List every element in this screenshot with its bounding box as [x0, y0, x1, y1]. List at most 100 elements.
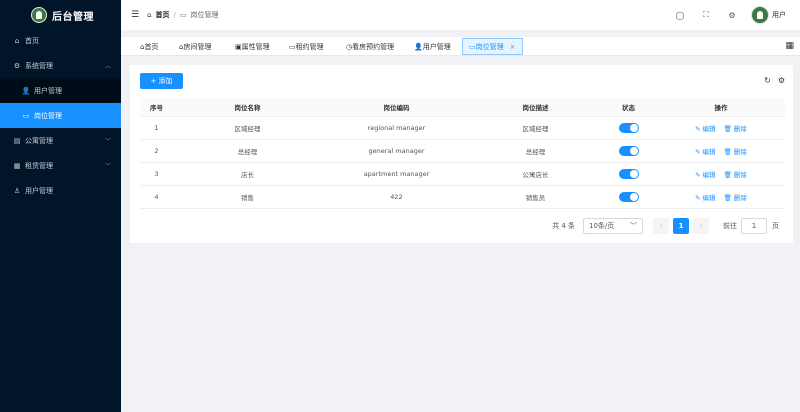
- cell-status: [600, 162, 657, 186]
- edit-icon: ✎: [695, 170, 701, 179]
- page-size-select[interactable]: 10条/页 ﹀: [583, 218, 643, 234]
- app-logo[interactable]: 后台管理: [0, 0, 121, 30]
- cell-name: 区域经理: [173, 116, 322, 140]
- cell-code: 422: [322, 185, 471, 209]
- cell-status: [600, 185, 657, 209]
- refresh-icon[interactable]: ◯: [667, 11, 693, 20]
- trash-icon: 🗑: [723, 193, 732, 202]
- tab-label: 看房预约管理: [352, 42, 395, 51]
- trash-icon: 🗑: [723, 124, 732, 133]
- breadcrumb-current: 岗位管理: [190, 11, 219, 19]
- delete-label: 删除: [733, 193, 747, 202]
- tab-label: 首页: [144, 42, 159, 51]
- cell-index: 3: [140, 162, 173, 186]
- breadcrumb-home[interactable]: 首页: [156, 10, 170, 20]
- table-icon: ▦: [13, 161, 21, 170]
- tab-users[interactable]: 👤 用户管理: [414, 38, 451, 55]
- table-row: 3 店长 apartment manager 公寓店长 ✎ 编辑 🗑 删除: [140, 162, 785, 186]
- edit-button[interactable]: ✎ 编辑: [695, 194, 715, 202]
- delete-button[interactable]: 🗑 删除: [724, 148, 747, 156]
- sidebar-item-apartment[interactable]: ▤ 公寓管理 ﹀: [0, 128, 121, 153]
- status-toggle[interactable]: [618, 191, 639, 202]
- cell-status: [600, 139, 657, 163]
- tab-home[interactable]: ⌂ 首页: [140, 38, 158, 55]
- next-page-button[interactable]: ›: [693, 218, 709, 234]
- delete-button[interactable]: 🗑 删除: [724, 171, 747, 179]
- sidebar-item-positions[interactable]: ▭ 岗位管理: [0, 103, 121, 128]
- goto-label: 前往: [723, 222, 737, 230]
- sidebar-item-home[interactable]: ⌂ 首页: [0, 28, 121, 53]
- add-button[interactable]: + 添加: [140, 73, 183, 89]
- edit-button[interactable]: ✎ 编辑: [695, 148, 715, 156]
- menu-toggle-icon[interactable]: ☰: [131, 10, 139, 20]
- page-size-value: 10条/页: [589, 222, 615, 230]
- tab-positions[interactable]: ▭ 岗位管理 ×: [462, 38, 523, 55]
- home-icon: ⌂: [14, 36, 20, 45]
- sidebar-item-users[interactable]: 👤 用户管理: [0, 78, 121, 103]
- gear-icon: ⚙: [13, 61, 21, 70]
- tab-appointments[interactable]: ◷ 看房预约管理: [346, 38, 394, 55]
- status-toggle[interactable]: [618, 145, 639, 156]
- tab-leases[interactable]: ▭ 租约管理: [289, 38, 324, 55]
- delete-label: 删除: [733, 147, 747, 156]
- delete-button[interactable]: 🗑 删除: [724, 194, 747, 202]
- tab-rooms[interactable]: ⌂ 房间管理: [179, 38, 211, 55]
- breadcrumb-separator-icon: /: [173, 11, 176, 19]
- edit-label: 编辑: [702, 170, 716, 179]
- cell-code: regional manager: [322, 116, 471, 140]
- settings-icon[interactable]: ⚙: [719, 11, 745, 20]
- fullscreen-icon[interactable]: ⛶: [693, 10, 719, 20]
- sidebar-item-person[interactable]: ♙ 用户管理: [0, 178, 121, 203]
- refresh-icon[interactable]: ↻: [764, 76, 771, 85]
- table-row: 2 总经理 general manager 总经理 ✎ 编辑 🗑 删除: [140, 139, 785, 163]
- avatar[interactable]: [751, 6, 769, 24]
- status-toggle[interactable]: [618, 168, 639, 179]
- add-button-label: 添加: [158, 77, 173, 85]
- settings-icon[interactable]: ⚙: [778, 76, 785, 85]
- sidebar-item-lease[interactable]: ▦ 租赁管理 ﹀: [0, 153, 121, 178]
- grid-menu-icon[interactable]: ▦: [785, 41, 794, 51]
- user-icon: 👤: [21, 86, 31, 95]
- tab-label: 用户管理: [422, 42, 451, 51]
- user-name[interactable]: 用户: [772, 10, 786, 20]
- status-toggle[interactable]: [618, 122, 639, 133]
- table-header-row: 序号 岗位名称 岗位编码 岗位描述 状态 操作: [140, 98, 785, 117]
- total-count: 共 4 条: [552, 222, 575, 230]
- chevron-down-icon: ﹀: [104, 138, 111, 145]
- cell-index: 1: [140, 116, 173, 140]
- delete-button[interactable]: 🗑 删除: [724, 125, 747, 133]
- tab-label: 岗位管理: [475, 42, 504, 51]
- tab-attributes[interactable]: ▣ 属性管理: [235, 38, 270, 55]
- sidebar-item-label: 系统管理: [25, 61, 53, 70]
- table-tools: ↻ ⚙: [764, 76, 785, 85]
- page-number-button[interactable]: 1: [673, 218, 689, 234]
- edit-icon: ✎: [695, 193, 701, 202]
- table-row: 1 区域经理 regional manager 区域经理 ✎ 编辑 🗑 删除: [140, 116, 785, 140]
- sidebar-item-label: 首页: [25, 36, 39, 45]
- building-icon: ▤: [13, 136, 21, 145]
- cell-code: apartment manager: [322, 162, 471, 186]
- goto-page-input[interactable]: 1: [741, 218, 767, 234]
- sidebar-item-system[interactable]: ⚙ 系统管理 ︿: [0, 53, 121, 78]
- edit-button[interactable]: ✎ 编辑: [695, 125, 715, 133]
- logo-icon: [31, 7, 47, 23]
- cell-name: 店长: [173, 162, 322, 186]
- content-card: + 添加 ↻ ⚙ 序号 岗位名称 岗位编码 岗位描述 状态 操作 1 区域经理 …: [130, 65, 793, 243]
- sidebar-item-label: 用户管理: [34, 86, 62, 95]
- column-header: 状态: [600, 98, 657, 117]
- chevron-down-icon: ﹀: [104, 163, 111, 170]
- edit-icon: ✎: [695, 124, 701, 133]
- plus-icon: +: [150, 77, 157, 85]
- edit-label: 编辑: [702, 147, 716, 156]
- cell-desc: 总经理: [471, 139, 600, 163]
- column-header: 岗位名称: [173, 98, 322, 117]
- cell-actions: ✎ 编辑 🗑 删除: [657, 162, 785, 186]
- sidebar-item-label: 用户管理: [25, 186, 53, 195]
- breadcrumb: ⌂ 首页 / ▭ 岗位管理: [147, 10, 218, 20]
- close-icon[interactable]: ×: [510, 43, 516, 51]
- prev-page-button[interactable]: ‹: [653, 218, 669, 234]
- id-card-icon: ▭: [179, 11, 187, 19]
- sidebar-item-label: 租赁管理: [25, 161, 53, 170]
- cell-name: 销售: [173, 185, 322, 209]
- edit-button[interactable]: ✎ 编辑: [695, 171, 715, 179]
